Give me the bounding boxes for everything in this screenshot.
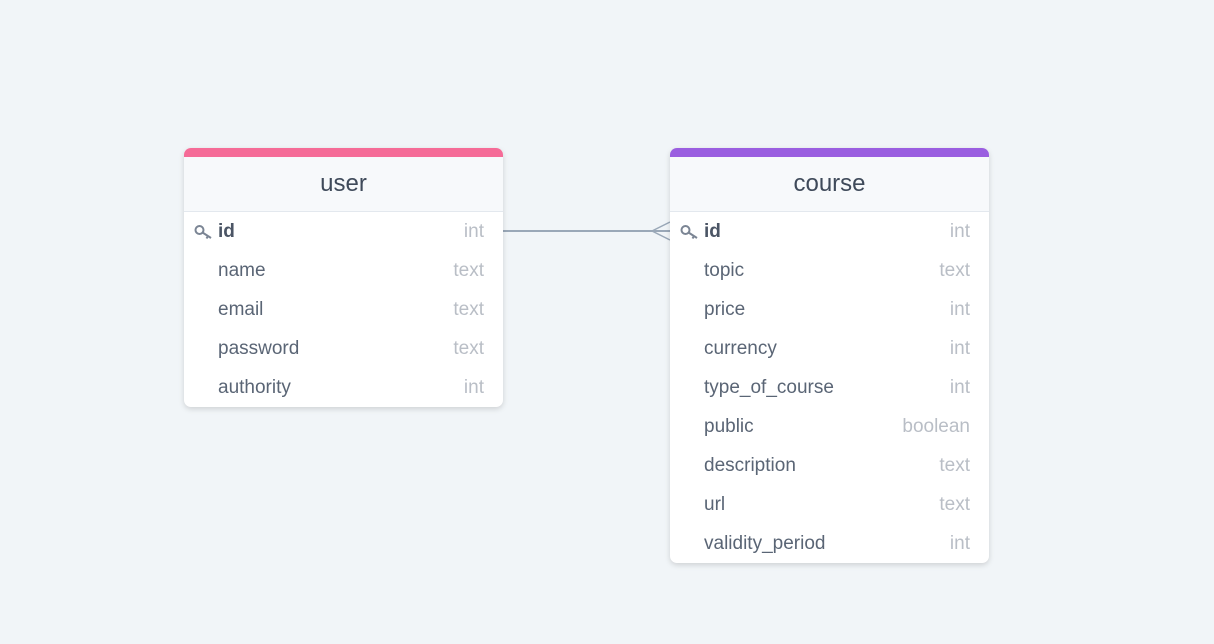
primary-key-icon	[194, 222, 217, 242]
column-name: topic	[704, 259, 745, 281]
column-type: int	[949, 376, 970, 398]
column-name: name	[218, 259, 266, 281]
table-course[interactable]: course id int topic text price int curre…	[670, 148, 989, 563]
column-name: url	[704, 493, 726, 515]
table-title[interactable]: course	[670, 157, 989, 212]
column-row[interactable]: currency int	[670, 329, 989, 368]
column-type: text	[939, 493, 970, 515]
column-type: text	[939, 454, 970, 476]
primary-key-icon	[680, 222, 703, 242]
column-name: authority	[218, 376, 291, 398]
column-row[interactable]: url text	[670, 485, 989, 524]
table-title[interactable]: user	[184, 157, 503, 212]
column-name: id	[704, 220, 721, 242]
column-row[interactable]: price int	[670, 290, 989, 329]
column-name: public	[704, 415, 754, 437]
column-type: int	[949, 532, 970, 554]
column-type: int	[949, 337, 970, 359]
column-type: text	[453, 259, 484, 281]
column-type: text	[453, 298, 484, 320]
column-type: text	[453, 337, 484, 359]
column-row[interactable]: validity_period int	[670, 524, 989, 563]
column-name: description	[704, 454, 796, 476]
column-type: int	[463, 220, 484, 242]
column-type: int	[949, 220, 970, 242]
column-name: price	[704, 298, 746, 320]
column-row[interactable]: id int	[670, 212, 989, 251]
table-user[interactable]: user id int name text email text passwor…	[184, 148, 503, 407]
column-row[interactable]: description text	[670, 446, 989, 485]
column-type: boolean	[902, 415, 970, 437]
column-row[interactable]: topic text	[670, 251, 989, 290]
column-row[interactable]: authority int	[184, 368, 503, 407]
table-color-bar	[184, 148, 503, 157]
column-name: currency	[704, 337, 777, 359]
column-type: int	[949, 298, 970, 320]
column-type: text	[939, 259, 970, 281]
column-name: type_of_course	[704, 376, 834, 398]
relationship-connector[interactable]	[0, 0, 1214, 644]
column-row[interactable]: id int	[184, 212, 503, 251]
column-name: validity_period	[704, 532, 826, 554]
crows-foot-lower	[651, 230, 671, 241]
table-color-bar	[670, 148, 989, 157]
column-name: id	[218, 220, 235, 242]
column-row[interactable]: public boolean	[670, 407, 989, 446]
column-row[interactable]: password text	[184, 329, 503, 368]
column-type: int	[463, 376, 484, 398]
column-row[interactable]: name text	[184, 251, 503, 290]
column-name: password	[218, 337, 300, 359]
column-row[interactable]: type_of_course int	[670, 368, 989, 407]
column-name: email	[218, 298, 264, 320]
column-row[interactable]: email text	[184, 290, 503, 329]
crows-foot-upper	[651, 221, 671, 232]
